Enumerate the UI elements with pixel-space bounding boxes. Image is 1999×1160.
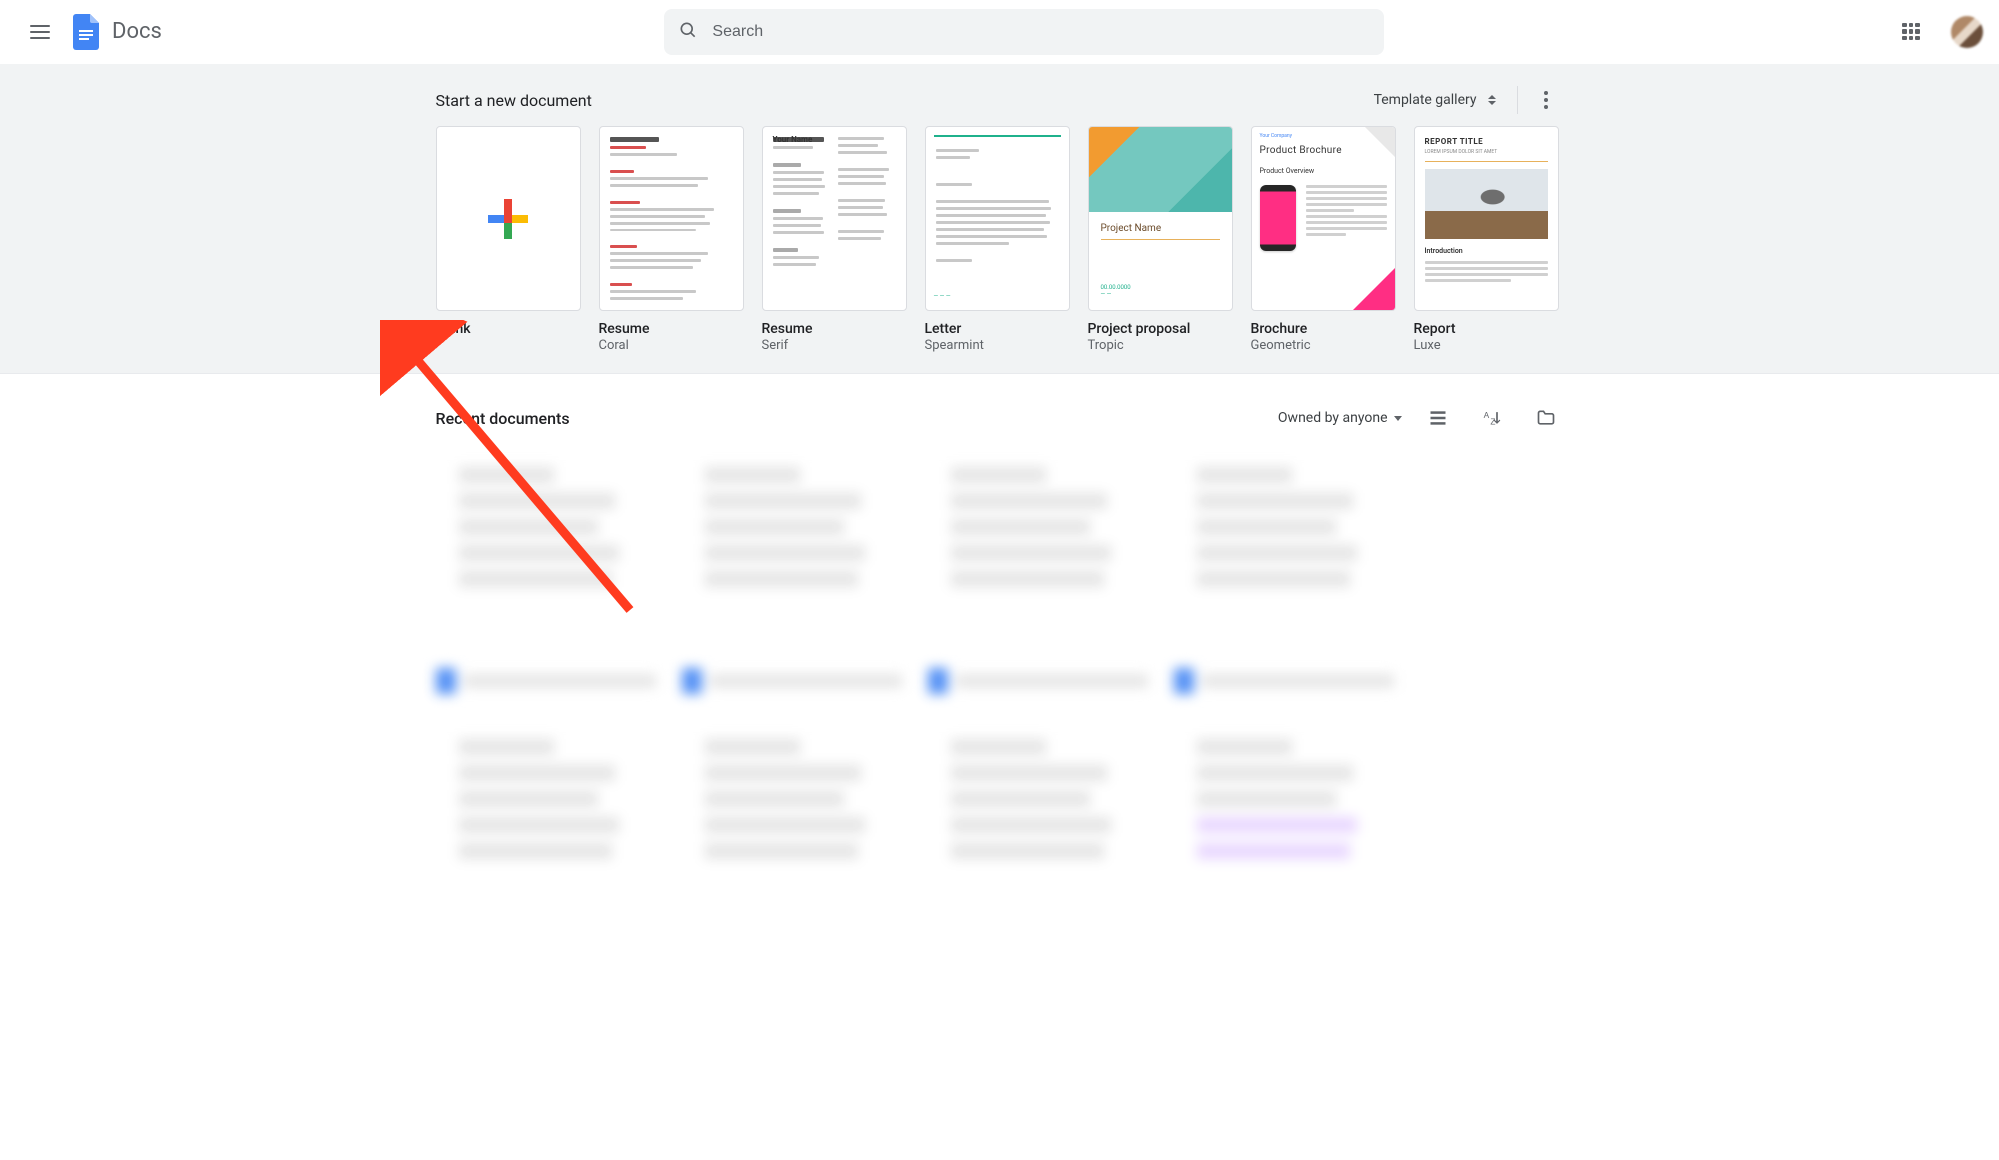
docs-file-icon bbox=[73, 14, 99, 50]
template-subtitle: Coral bbox=[599, 338, 744, 353]
template-brochure[interactable]: Your Company Product Brochure Product Ov… bbox=[1251, 126, 1396, 353]
template-gallery-label: Template gallery bbox=[1374, 92, 1477, 108]
recent-grid bbox=[436, 448, 1564, 930]
thumb-intro: Introduction bbox=[1425, 247, 1463, 255]
recent-doc[interactable] bbox=[1174, 720, 1394, 930]
thumb-overview: Product Overview bbox=[1260, 167, 1315, 175]
thumb-footer: — — — bbox=[934, 293, 951, 300]
template-blank[interactable]: Blank bbox=[436, 126, 581, 353]
sort-button[interactable]: A Z bbox=[1474, 400, 1510, 436]
main-menu-button[interactable] bbox=[16, 8, 64, 56]
recent-doc[interactable] bbox=[682, 720, 902, 930]
unfold-icon bbox=[1487, 95, 1497, 105]
thumb-name: Your Name bbox=[773, 135, 813, 144]
recent-doc[interactable] bbox=[436, 448, 656, 694]
recent-section: Recent documents Owned by anyone A Z bbox=[436, 374, 1564, 930]
thumb-company: Your Company bbox=[1260, 133, 1293, 139]
more-vert-icon bbox=[1544, 91, 1548, 109]
template-title: Report bbox=[1414, 321, 1559, 337]
list-view-icon bbox=[1428, 408, 1448, 428]
ownership-filter-button[interactable]: Owned by anyone bbox=[1278, 410, 1402, 426]
thumb-title: Product Brochure bbox=[1260, 145, 1342, 156]
separator bbox=[1517, 86, 1518, 114]
template-subtitle: Geometric bbox=[1251, 338, 1396, 353]
thumb-footer: 00.00.0000— — bbox=[1101, 284, 1131, 298]
app-header: Docs bbox=[0, 0, 1999, 64]
template-title: Blank bbox=[436, 321, 581, 337]
template-subtitle: Spearmint bbox=[925, 338, 1070, 353]
templates-section: Start a new document Template gallery bbox=[0, 64, 1999, 374]
template-letter-spearmint[interactable]: — — — Letter Spearmint bbox=[925, 126, 1070, 353]
recent-doc[interactable] bbox=[928, 720, 1148, 930]
recent-doc[interactable] bbox=[1174, 448, 1394, 694]
hamburger-icon bbox=[30, 25, 50, 39]
app-title: Docs bbox=[112, 19, 162, 44]
thumb-title: REPORT TITLE bbox=[1425, 137, 1484, 146]
search-box[interactable] bbox=[664, 9, 1384, 55]
recent-section-title: Recent documents bbox=[436, 409, 570, 428]
template-resume-coral[interactable]: Resume Coral bbox=[599, 126, 744, 353]
open-file-picker-button[interactable] bbox=[1528, 400, 1564, 436]
search-input[interactable] bbox=[712, 23, 1378, 41]
recent-doc[interactable] bbox=[682, 448, 902, 694]
template-title: Project proposal bbox=[1088, 321, 1233, 337]
svg-text:Z: Z bbox=[1490, 417, 1495, 427]
recent-doc[interactable] bbox=[436, 720, 656, 930]
sort-az-icon: A Z bbox=[1482, 408, 1502, 428]
ownership-filter-label: Owned by anyone bbox=[1278, 410, 1388, 426]
templates-section-title: Start a new document bbox=[436, 91, 592, 110]
list-view-button[interactable] bbox=[1420, 400, 1456, 436]
search-icon bbox=[678, 20, 698, 44]
template-subtitle: Tropic bbox=[1088, 338, 1233, 353]
template-gallery-button[interactable]: Template gallery bbox=[1364, 86, 1507, 114]
template-report[interactable]: REPORT TITLE LOREM IPSUM DOLOR SIT AMET … bbox=[1414, 126, 1559, 353]
plus-icon bbox=[437, 127, 580, 310]
template-title: Resume bbox=[599, 321, 744, 337]
thumb-title: Project Name bbox=[1101, 223, 1162, 234]
recent-doc[interactable] bbox=[928, 448, 1148, 694]
template-subtitle: Serif bbox=[762, 338, 907, 353]
apps-grid-icon bbox=[1902, 23, 1920, 41]
templates-more-button[interactable] bbox=[1528, 82, 1564, 118]
template-resume-serif[interactable]: Your Name Resume Serif bbox=[762, 126, 907, 353]
account-avatar[interactable] bbox=[1951, 16, 1983, 48]
google-apps-button[interactable] bbox=[1887, 8, 1935, 56]
template-subtitle: Luxe bbox=[1414, 338, 1559, 353]
template-project-proposal[interactable]: Project Name 00.00.0000— — Project propo… bbox=[1088, 126, 1233, 353]
svg-text:A: A bbox=[1483, 410, 1489, 420]
thumb-sub: LOREM IPSUM DOLOR SIT AMET bbox=[1425, 149, 1498, 155]
caret-down-icon bbox=[1394, 416, 1402, 421]
template-title: Resume bbox=[762, 321, 907, 337]
docs-logo[interactable] bbox=[68, 8, 104, 56]
template-title: Letter bbox=[925, 321, 1070, 337]
folder-icon bbox=[1536, 408, 1556, 428]
template-title: Brochure bbox=[1251, 321, 1396, 337]
